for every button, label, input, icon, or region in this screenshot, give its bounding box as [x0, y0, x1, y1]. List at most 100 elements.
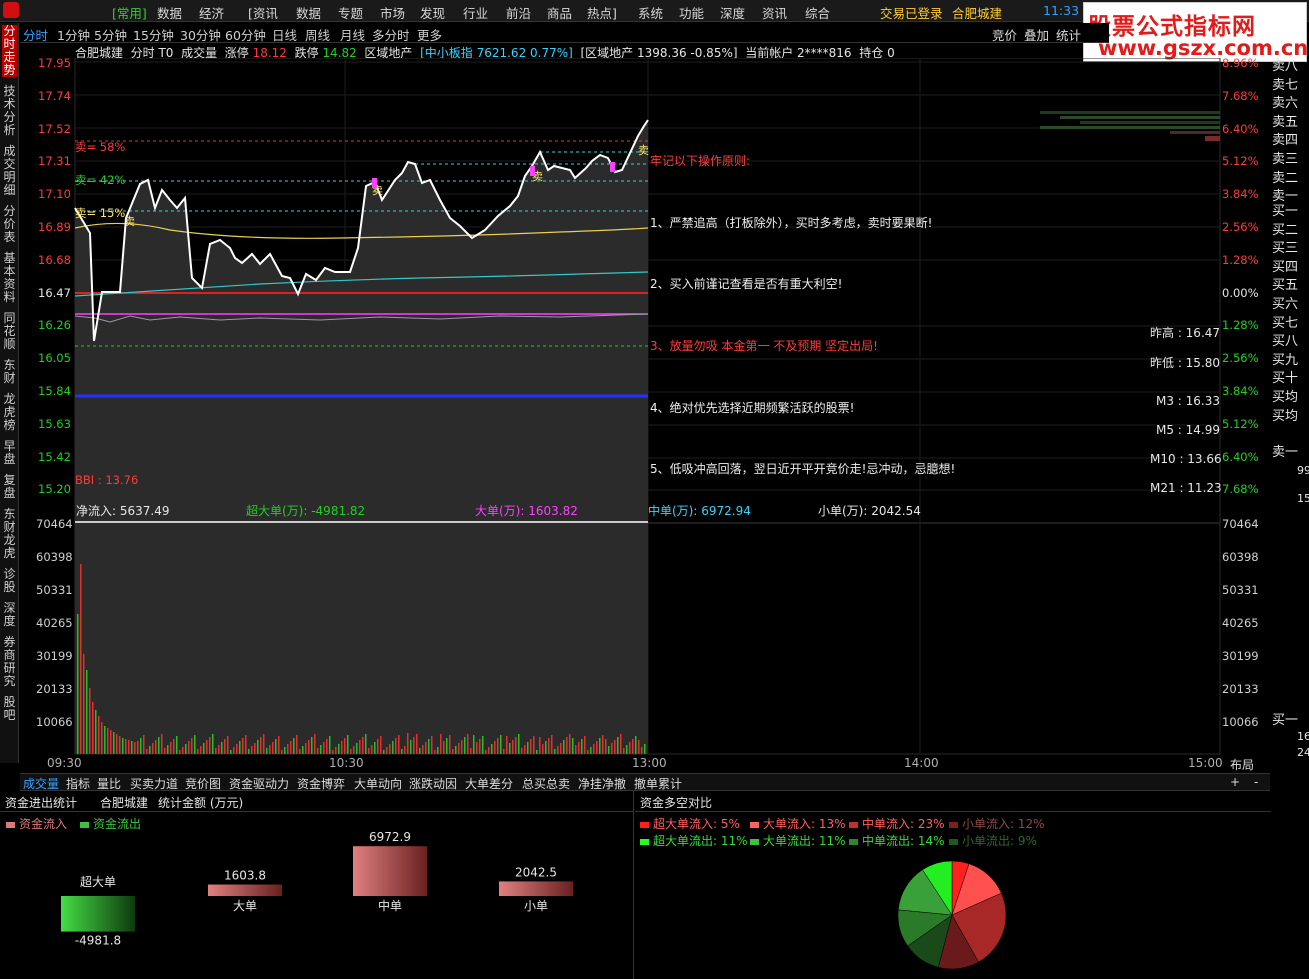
bottom-tab-10[interactable]: 总买总卖	[522, 775, 570, 792]
bottom-tab-6[interactable]: 资金博弈	[297, 775, 345, 792]
buy-level-5[interactable]: 买六	[1272, 296, 1298, 313]
pie-legend-item-7: 小单流出: 9%	[949, 832, 1037, 849]
menu-item-16[interactable]: 综合	[805, 3, 830, 22]
bottom-tab-4[interactable]: 竞价图	[185, 775, 221, 792]
buy-level-0[interactable]: 买一	[1272, 203, 1298, 220]
bottom-tab-3[interactable]: 买卖力道	[130, 775, 178, 792]
menu-item-1[interactable]: 数据	[157, 3, 182, 22]
pct-tick-1: 7.68%	[1222, 88, 1259, 103]
net-inflow: 净流入: 5637.49	[76, 504, 170, 518]
pie-legend-swatch	[849, 838, 858, 845]
period-tab-9[interactable]: 多分时	[372, 25, 410, 44]
volume-bar	[290, 741, 292, 754]
sell-level-2[interactable]: 卖六	[1272, 95, 1298, 112]
pct-tick-9: 2.56%	[1222, 351, 1259, 366]
tab-auction[interactable]: 竞价	[992, 25, 1017, 44]
menu-item-10[interactable]: 商品	[547, 3, 572, 22]
pct-tick-7: 0.00%	[1222, 285, 1259, 300]
tab-minus-button[interactable]: -	[1254, 775, 1258, 789]
volume-bar	[116, 734, 118, 754]
bottom-tab-1[interactable]: 指标	[66, 775, 90, 792]
bottom-tab-11[interactable]: 净挂净撤	[578, 775, 626, 792]
left-nav-item-12[interactable]: 深度	[2, 602, 17, 628]
bottom-tab-0[interactable]: 成交量	[23, 775, 59, 792]
buy-level-6[interactable]: 买七	[1272, 315, 1298, 332]
period-tab-8[interactable]: 月线	[340, 25, 365, 44]
volume-bar	[239, 741, 241, 754]
buy-level-10[interactable]: 买均	[1272, 389, 1298, 406]
buy-level-4[interactable]: 买五	[1272, 277, 1298, 294]
menu-item-6[interactable]: 市场	[380, 3, 405, 22]
quote-num-n3: 16	[1297, 730, 1309, 743]
left-nav-item-5[interactable]: 同花顺	[2, 312, 17, 351]
left-nav-item-8[interactable]: 早盘	[2, 440, 17, 466]
left-nav-item-10[interactable]: 东财龙虎	[2, 508, 17, 560]
menu-item-2[interactable]: 经济	[199, 3, 224, 22]
menu-item-12[interactable]: 系统	[638, 3, 663, 22]
left-nav-item-2[interactable]: 成交明细	[2, 145, 17, 197]
menu-item-13[interactable]: 功能	[679, 3, 704, 22]
left-nav-item-7[interactable]: 龙虎榜	[2, 393, 17, 432]
volume-bar	[347, 735, 349, 754]
period-tab-4[interactable]: 30分钟	[180, 25, 221, 44]
volume-bar	[521, 748, 523, 754]
left-nav-item-14[interactable]: 股吧	[2, 696, 17, 722]
volume-bar	[242, 738, 244, 754]
bottom-tab-9[interactable]: 大单差分	[465, 775, 513, 792]
period-tab-7[interactable]: 周线	[305, 25, 330, 44]
menu-item-5[interactable]: 专题	[338, 3, 363, 22]
left-nav-item-13[interactable]: 券商研究	[2, 636, 17, 688]
buy-level-3[interactable]: 买四	[1272, 259, 1298, 276]
menu-item-8[interactable]: 行业	[463, 3, 488, 22]
period-tab-3[interactable]: 15分钟	[133, 25, 174, 44]
left-nav-item-6[interactable]: 东财	[2, 359, 17, 385]
left-nav-item-11[interactable]: 诊股	[2, 568, 17, 594]
period-tab-1[interactable]: 1分钟	[57, 25, 90, 44]
sell-level-6[interactable]: 卖二	[1272, 170, 1298, 187]
sell-level-0[interactable]: 卖八	[1272, 58, 1298, 75]
period-tab-6[interactable]: 日线	[272, 25, 297, 44]
buy-level-8[interactable]: 买九	[1272, 352, 1298, 369]
sell-level-1[interactable]: 卖七	[1272, 77, 1298, 94]
layout-button[interactable]: 布局	[1230, 756, 1254, 773]
period-tab-2[interactable]: 5分钟	[94, 25, 127, 44]
volume-bar	[485, 750, 487, 754]
bottom-tab-8[interactable]: 涨跌动因	[409, 775, 457, 792]
buy-level-7[interactable]: 买八	[1272, 333, 1298, 350]
buy-level-2[interactable]: 买三	[1272, 240, 1298, 257]
buy-level-1[interactable]: 买二	[1272, 222, 1298, 239]
tab-plus-button[interactable]: +	[1230, 775, 1240, 789]
vol-tick-right-6: 10066	[1222, 715, 1259, 729]
menu-item-9[interactable]: 前沿	[506, 3, 531, 22]
sell-level-4[interactable]: 卖四	[1272, 132, 1298, 149]
sell-level-5[interactable]: 卖三	[1272, 151, 1298, 168]
buy-level-9[interactable]: 买十	[1272, 370, 1298, 387]
period-tab-0[interactable]: 分时	[23, 25, 48, 44]
menu-item-15[interactable]: 资讯	[762, 3, 787, 22]
bottom-tab-7[interactable]: 大单动向	[354, 775, 402, 792]
left-nav-item-0[interactable]: 分时走势	[2, 25, 17, 77]
period-tab-5[interactable]: 60分钟	[225, 25, 266, 44]
login-status[interactable]: 交易已登录	[880, 3, 943, 22]
left-nav-item-9[interactable]: 复盘	[2, 474, 17, 500]
intraday-chart[interactable]: 卖 卖 卖 卖	[20, 58, 1270, 773]
menu-item-4[interactable]: 数据	[296, 3, 321, 22]
menu-item-14[interactable]: 深度	[720, 3, 745, 22]
tab-stats[interactable]: 统计	[1056, 25, 1081, 44]
left-nav-item-4[interactable]: 基本资料	[2, 252, 17, 304]
menu-item-11[interactable]: 热点]	[587, 3, 617, 22]
tab-overlay[interactable]: 叠加	[1024, 25, 1049, 44]
buy-level-11[interactable]: 买均	[1272, 408, 1298, 425]
menu-item-7[interactable]: 发现	[420, 3, 445, 22]
notice-5: 5、低吸冲高回落，翌日近开平开竞价走!忌冲动，忌臆想!	[650, 462, 956, 476]
left-nav-item-1[interactable]: 技术分析	[2, 85, 17, 137]
bottom-tab-2[interactable]: 量比	[97, 775, 121, 792]
bottom-tab-5[interactable]: 资金驱动力	[229, 775, 289, 792]
left-nav-item-3[interactable]: 分价表	[2, 205, 17, 244]
bottom-tab-12[interactable]: 撤单累计	[634, 775, 682, 792]
volume-bar	[488, 747, 490, 754]
menu-item-0[interactable]: [常用]	[112, 3, 147, 22]
period-tab-10[interactable]: 更多	[417, 25, 442, 44]
sell-level-3[interactable]: 卖五	[1272, 114, 1298, 131]
menu-item-3[interactable]: [资讯	[248, 3, 278, 22]
